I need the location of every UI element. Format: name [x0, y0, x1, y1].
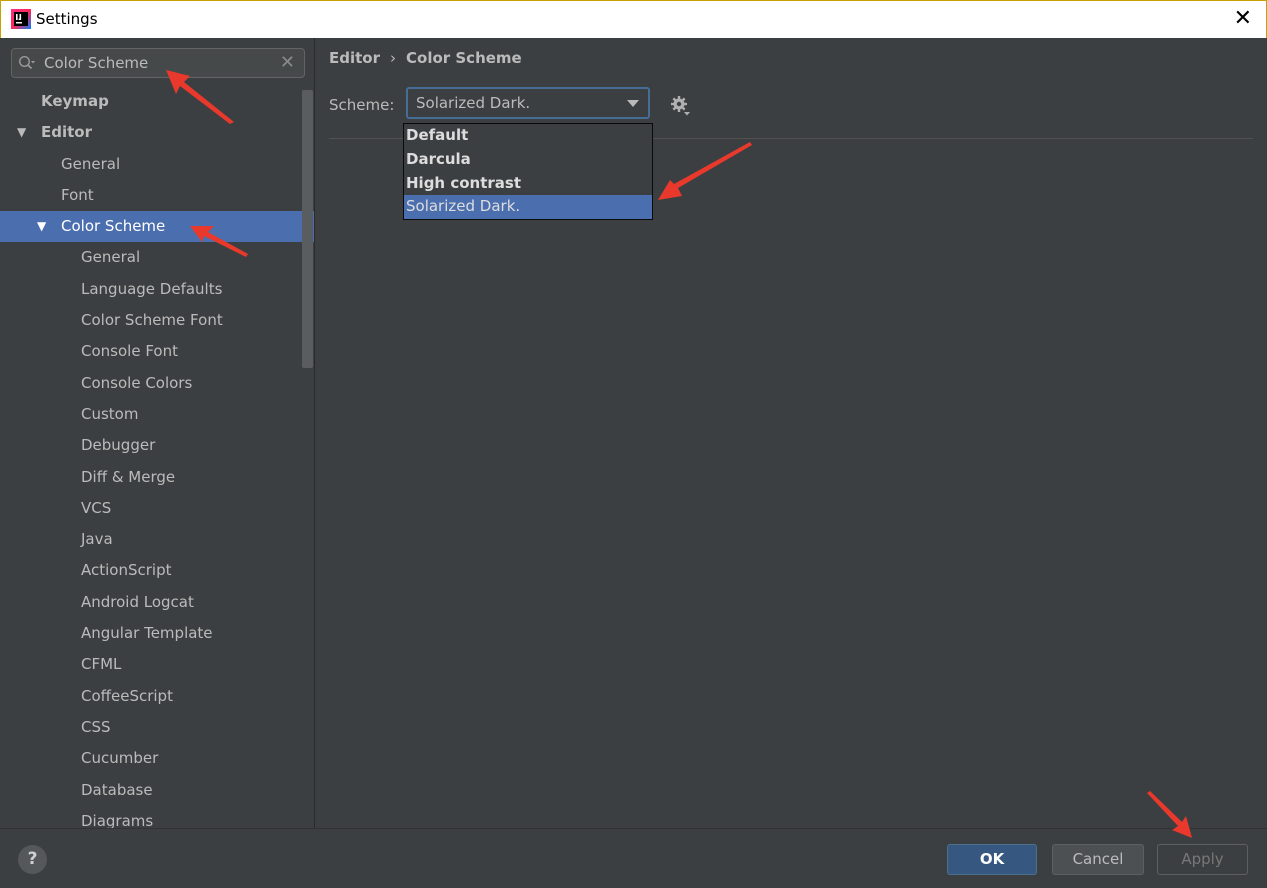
tree-item-label: Java [81, 530, 113, 549]
search-icon[interactable] [18, 55, 36, 71]
tree-item-label: Database [81, 780, 153, 799]
tree-item-cucumber[interactable]: Cucumber [0, 743, 314, 774]
tree-item-label: VCS [81, 498, 112, 517]
scheme-option-darcula[interactable]: Darcula [404, 148, 652, 172]
tree-item-label: General [61, 154, 121, 173]
help-button[interactable]: ? [18, 845, 47, 874]
tree-item-label: CFML [81, 655, 122, 674]
tree-item-label: Color Scheme [61, 217, 166, 236]
scheme-option-default[interactable]: Default [404, 124, 652, 148]
tree-item-label: Diagrams [81, 811, 154, 828]
tree-item-android-logcat[interactable]: Android Logcat [0, 587, 314, 618]
tree-item-keymap[interactable]: Keymap [0, 86, 314, 117]
tree-item-color-scheme[interactable]: ▼ Color Scheme [0, 211, 314, 243]
sidebar-scrollbar[interactable] [302, 90, 313, 368]
dialog-footer: ? OK Cancel Apply [0, 828, 1267, 888]
breadcrumb-item-color-scheme: Color Scheme [406, 49, 522, 67]
scheme-select[interactable]: Solarized Dark. [406, 87, 650, 119]
cancel-button[interactable]: Cancel [1052, 844, 1144, 875]
tree-item-general[interactable]: General [0, 242, 314, 273]
window-title: Settings [36, 10, 98, 28]
expanded-arrow-icon[interactable]: ▼ [37, 211, 46, 242]
ok-button[interactable]: OK [947, 844, 1037, 875]
tree-item-label: Language Defaults [81, 279, 223, 298]
clear-search-icon[interactable]: ✕ [280, 52, 295, 74]
tree-item-label: ActionScript [81, 561, 172, 580]
title-bar: Settings ✕ [0, 0, 1267, 38]
settings-sidebar: ✕ Keymap ▼ Editor General Font ▼ Color Scheme G… [0, 38, 315, 828]
tree-item-label: Editor [41, 123, 92, 142]
scheme-option-solarized-dark[interactable]: Solarized Dark. [404, 195, 652, 220]
tree-item-label: Debugger [81, 436, 156, 455]
tree-item-console-colors[interactable]: Console Colors [0, 368, 314, 399]
tree-item-diagrams[interactable]: Diagrams [0, 806, 314, 828]
tree-item-diff-and-merge[interactable]: Diff & Merge [0, 462, 314, 493]
tree-item-label: Console Font [81, 342, 178, 361]
scheme-option-high-contrast[interactable]: High contrast [404, 172, 652, 196]
tree-item-label: CoffeeScript [81, 686, 173, 705]
tree-item-angular-template[interactable]: Angular Template [0, 618, 314, 649]
tree-item-font[interactable]: Font [0, 180, 314, 211]
tree-item-vcs[interactable]: VCS [0, 493, 314, 524]
tree-item-label: Console Colors [81, 373, 193, 392]
scheme-select-value: Solarized Dark. [416, 94, 531, 112]
settings-search: ✕ [11, 48, 305, 78]
close-icon[interactable]: ✕ [1234, 5, 1252, 33]
apply-button[interactable]: Apply [1157, 844, 1248, 875]
expanded-arrow-icon[interactable]: ▼ [17, 117, 26, 148]
settings-tree: Keymap ▼ Editor General Font ▼ Color Scheme Gen… [0, 86, 314, 828]
tree-item-coffeescript[interactable]: CoffeeScript [0, 681, 314, 712]
tree-item-label: Angular Template [81, 624, 213, 643]
gear-icon[interactable] [670, 95, 692, 117]
tree-item-css[interactable]: CSS [0, 712, 314, 743]
tree-item-label: Font [61, 185, 94, 204]
main-panel: Editor › Color Scheme Scheme: Solarized Da… [316, 38, 1267, 828]
tree-item-database[interactable]: Database [0, 775, 314, 806]
tree-item-console-font[interactable]: Console Font [0, 336, 314, 367]
intellij-app-icon [11, 9, 31, 29]
tree-item-label: CSS [81, 717, 111, 736]
tree-item-java[interactable]: Java [0, 524, 314, 555]
tree-item-color-scheme-font[interactable]: Color Scheme Font [0, 305, 314, 336]
tree-item-label: Color Scheme Font [81, 311, 223, 330]
breadcrumb-item-editor[interactable]: Editor [329, 49, 380, 67]
tree-item-cfml[interactable]: CFML [0, 649, 314, 680]
tree-item-label: Custom [81, 404, 139, 423]
tree-item-label: Keymap [41, 92, 109, 110]
tree-item-language-defaults[interactable]: Language Defaults [0, 274, 314, 305]
breadcrumb: Editor › Color Scheme [329, 49, 522, 67]
tree-item-custom[interactable]: Custom [0, 399, 314, 430]
search-input[interactable] [44, 51, 274, 75]
scheme-label: Scheme: [329, 96, 395, 114]
scheme-dropdown-list: Default Darcula High contrast Solarized Dar… [403, 123, 653, 220]
tree-item-label: Diff & Merge [81, 467, 176, 486]
tree-item-actionscript[interactable]: ActionScript [0, 555, 314, 586]
tree-item-editor[interactable]: ▼ Editor [0, 117, 314, 148]
tree-item-label: Cucumber [81, 749, 159, 768]
tree-item-debugger[interactable]: Debugger [0, 430, 314, 461]
tree-item-label: General [81, 248, 141, 267]
tree-item-label: Android Logcat [81, 592, 194, 611]
chevron-down-icon [627, 100, 639, 107]
tree-item-general[interactable]: General [0, 149, 314, 180]
breadcrumb-separator-icon: › [390, 49, 396, 67]
